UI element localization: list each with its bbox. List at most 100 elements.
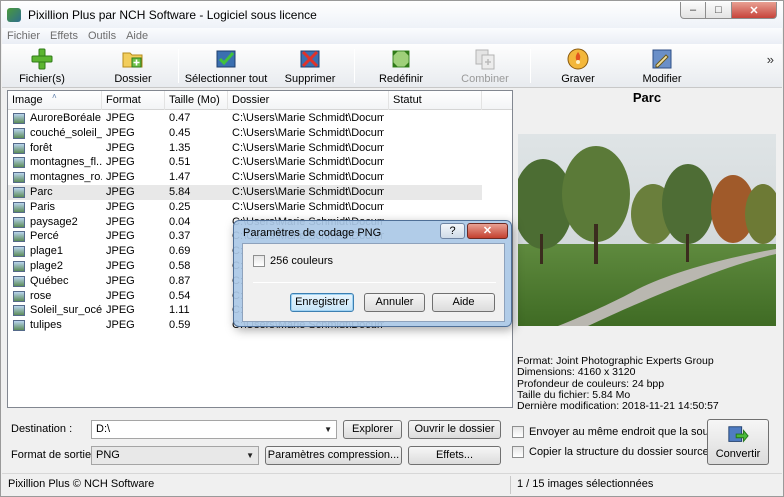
- cell-folder: C:\Users\Marie Schmidt\Docume...: [232, 156, 384, 169]
- cell-size: 0.45: [169, 126, 191, 139]
- copy-structure-checkbox[interactable]: Copier la structure du dossier source: [512, 446, 709, 458]
- cell-name: plage2: [30, 260, 64, 272]
- image-file-icon: [13, 231, 25, 243]
- cell-name: forêt: [30, 141, 53, 154]
- menu-outils[interactable]: Outils: [83, 30, 121, 42]
- column-header-folder[interactable]: Dossier: [228, 91, 389, 110]
- window-title: Pixillion Plus par NCH Software - Logici…: [28, 7, 317, 22]
- table-row[interactable]: forêt JPEG 1.35 C:\Users\Marie Schmidt\Docu…: [8, 141, 482, 156]
- add-files-label: Fichier(s): [19, 73, 65, 85]
- cell-folder: C:\Users\Marie Schmidt\Docume...: [232, 112, 384, 124]
- cell-size: 1.11: [169, 304, 190, 317]
- cell-format: JPEG: [106, 274, 135, 287]
- cell-format: JPEG: [106, 156, 135, 169]
- checkbox-box[interactable]: [512, 446, 524, 458]
- column-header-status[interactable]: Statut: [389, 91, 482, 110]
- preview-image: [518, 134, 776, 326]
- cell-name: tulipes: [30, 319, 62, 332]
- dialog-help-button[interactable]: ?: [440, 223, 465, 239]
- cell-format: JPEG: [106, 126, 135, 139]
- file-list-header: Image ˄ Format Taille (Mo) Dossier Statu…: [8, 91, 512, 110]
- same-location-checkbox[interactable]: Envoyer au même endroit que la source: [512, 426, 724, 438]
- cancel-button[interactable]: Annuler: [364, 293, 425, 312]
- image-file-icon: [13, 201, 25, 213]
- cell-format: JPEG: [106, 112, 135, 124]
- cell-status: [393, 185, 478, 200]
- combine-button[interactable]: Combiner: [457, 47, 513, 87]
- plus-icon: [31, 48, 53, 70]
- column-header-format[interactable]: Format: [102, 91, 165, 110]
- destination-combobox[interactable]: D:\ ▼: [91, 420, 337, 439]
- image-file-icon: [13, 142, 25, 154]
- image-file-icon: [13, 216, 25, 228]
- cell-size: 0.69: [169, 245, 191, 258]
- image-file-icon: [13, 261, 25, 272]
- help-button[interactable]: Aide: [432, 293, 495, 312]
- table-row[interactable]: AuroreBoréale JPEG 0.47 C:\Users\Marie Schm…: [8, 111, 482, 126]
- table-row[interactable]: Paris JPEG 0.25 C:\Users\Marie Schmidt\Docu…: [8, 200, 482, 215]
- table-row[interactable]: montagnes_fl... JPEG 0.51 C:\Users\Marie Sc…: [8, 155, 482, 170]
- column-header-image[interactable]: Image ˄: [8, 91, 102, 110]
- cell-name: plage1: [30, 245, 64, 258]
- save-button[interactable]: Enregistrer: [290, 293, 354, 312]
- cell-name: AuroreBoréale: [30, 112, 101, 124]
- edit-label: Modifier: [642, 73, 682, 85]
- edit-button[interactable]: Modifier: [638, 47, 686, 87]
- edit-image-icon: [652, 49, 672, 69]
- menu-bar: Fichier Effets Outils Aide: [2, 28, 782, 44]
- park-photo: [518, 134, 776, 326]
- cell-name: Québec: [30, 274, 69, 287]
- dialog-close-button[interactable]: ✕: [467, 223, 508, 239]
- title-bar: Pixillion Plus par NCH Software - Logici…: [1, 1, 783, 28]
- browse-button[interactable]: Explorer: [343, 420, 402, 439]
- effects-button[interactable]: Effets...: [408, 446, 501, 465]
- cell-format: JPEG: [106, 141, 135, 154]
- menu-aide[interactable]: Aide: [121, 30, 153, 42]
- image-file-icon: [13, 113, 25, 124]
- sort-ascending-icon: ˄: [52, 92, 57, 101]
- toolbar-separator: [530, 49, 531, 83]
- image-file-icon: [13, 305, 25, 317]
- folder-add-icon: [122, 52, 143, 68]
- window-controls: – □ ✕: [680, 2, 777, 19]
- add-folder-button[interactable]: Dossier: [107, 47, 159, 87]
- table-row[interactable]: Parc JPEG 5.84 C:\Users\Marie Schmidt\Docum…: [8, 185, 482, 200]
- toolbar-overflow-button[interactable]: »: [767, 52, 774, 67]
- resize-icon: [392, 50, 410, 68]
- resize-button[interactable]: Redéfinir: [374, 47, 428, 87]
- cell-name: couché_soleil_...: [30, 126, 102, 139]
- open-folder-button[interactable]: Ouvrir le dossier: [408, 420, 501, 439]
- remove-button[interactable]: Supprimer: [282, 47, 338, 87]
- checkbox-box[interactable]: [253, 255, 265, 267]
- chevron-down-icon: ▼: [324, 425, 332, 434]
- close-button[interactable]: ✕: [732, 2, 777, 19]
- menu-fichier[interactable]: Fichier: [2, 30, 45, 42]
- column-header-size[interactable]: Taille (Mo): [165, 91, 228, 110]
- image-file-icon: [13, 187, 25, 198]
- checkbox-box[interactable]: [512, 426, 524, 438]
- minimize-button[interactable]: –: [680, 2, 706, 19]
- image-file-icon: [13, 127, 25, 139]
- cell-format: JPEG: [106, 260, 135, 272]
- cell-size: 0.25: [169, 200, 191, 213]
- add-files-button[interactable]: Fichier(s): [14, 47, 70, 87]
- table-row[interactable]: couché_soleil_... JPEG 0.45 C:\Users\Marie …: [8, 126, 482, 141]
- cell-folder: C:\Users\Marie Schmidt\Docume...: [232, 141, 384, 154]
- app-logo-icon: [7, 7, 21, 22]
- destination-value: D:\: [96, 423, 111, 435]
- convert-button[interactable]: Convertir: [707, 419, 769, 465]
- image-file-icon: [13, 320, 25, 332]
- status-copyright: Pixillion Plus © NCH Software: [8, 478, 155, 490]
- image-file-icon: [13, 246, 25, 258]
- compression-settings-button[interactable]: Paramètres compression...: [265, 446, 402, 465]
- cell-name: paysage2: [30, 215, 78, 228]
- table-row[interactable]: montagnes_ro... JPEG 1.47 C:\Users\Marie Sc…: [8, 170, 482, 185]
- cell-size: 0.47: [169, 112, 191, 124]
- burn-button[interactable]: Graver: [558, 47, 598, 87]
- select-all-button[interactable]: Sélectionner tout: [183, 47, 269, 87]
- menu-effets[interactable]: Effets: [45, 30, 83, 42]
- 256-colors-checkbox[interactable]: 256 couleurs: [253, 255, 333, 267]
- dialog-divider: [253, 282, 496, 283]
- maximize-button[interactable]: □: [706, 2, 732, 19]
- output-format-select[interactable]: PNG ▼: [91, 446, 259, 465]
